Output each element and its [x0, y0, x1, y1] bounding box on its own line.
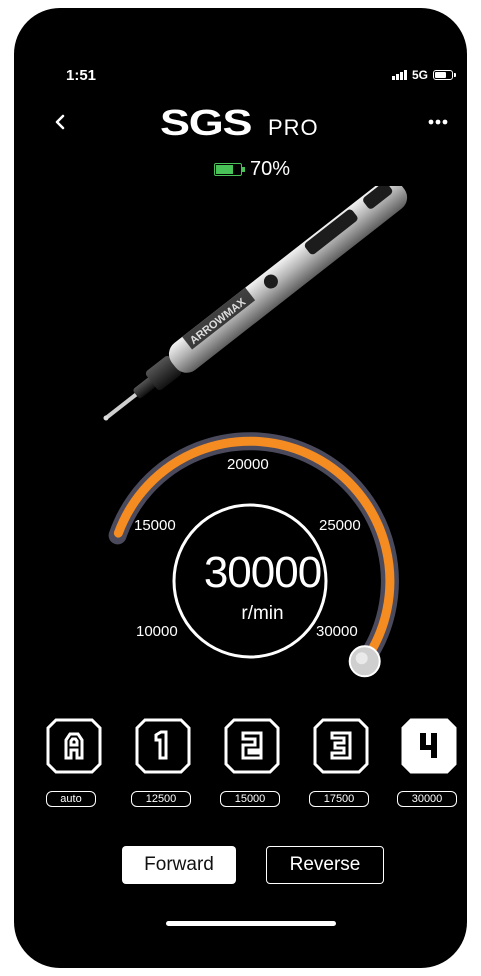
rpm-unit: r/min — [241, 603, 284, 624]
status-battery-icon — [433, 70, 456, 80]
status-bar-right: 5G — [391, 68, 456, 82]
mode-label: 15000 — [220, 791, 280, 807]
battery-indicator: 70% — [214, 158, 290, 181]
mode-label: 12500 — [131, 791, 191, 807]
reverse-button[interactable]: Reverse — [266, 846, 384, 884]
status-time: 1:51 — [66, 67, 97, 84]
mode-2-button[interactable]: 15000 — [220, 718, 282, 818]
gauge-knob[interactable] — [348, 645, 381, 678]
mode-2-icon — [224, 718, 280, 774]
battery-icon — [214, 163, 245, 176]
mode-3-button[interactable]: 17500 — [309, 718, 371, 818]
screwdriver-image: ARROWMAX — [103, 186, 408, 421]
gauge-tick-label: 20000 — [227, 456, 269, 473]
home-indicator[interactable] — [166, 921, 336, 926]
mode-label: auto — [46, 791, 96, 807]
logo-suffix: PRO — [268, 115, 319, 139]
mode-1-button[interactable]: 12500 — [131, 718, 193, 818]
mode-glyph — [241, 731, 263, 760]
mode-4-icon — [401, 718, 457, 774]
mode-3-icon — [313, 718, 369, 774]
network-label: 5G — [411, 68, 428, 82]
signal-icon — [391, 70, 407, 80]
mode-4-button[interactable]: 30000 — [397, 718, 459, 818]
gauge-tick-label: 30000 — [316, 623, 358, 640]
mode-label: 17500 — [309, 791, 369, 807]
back-icon[interactable] — [50, 111, 70, 133]
gauge-tick-label: 10000 — [136, 623, 178, 640]
logo-text: SGS — [160, 105, 251, 139]
rpm-value: 30000 — [203, 548, 322, 597]
logo: SGS PRO — [160, 102, 340, 143]
gauge-tick-label: 25000 — [319, 517, 361, 534]
phone-screen: 1:51 5G SGS PRO 70% ARROWMAX 10000 15000… — [14, 8, 467, 968]
mode-a-icon — [46, 718, 102, 774]
mode-glyph — [330, 731, 352, 760]
mode-auto-button[interactable]: auto — [44, 718, 104, 818]
more-icon[interactable] — [425, 111, 451, 133]
forward-button[interactable]: Forward — [122, 846, 236, 884]
battery-percent: 70% — [250, 158, 291, 180]
gauge-tick-label: 15000 — [134, 517, 176, 534]
speed-mode-selector: auto 12500 15000 17500 30000 — [44, 718, 464, 818]
mode-1-icon — [135, 718, 191, 774]
mode-label: 30000 — [397, 791, 457, 807]
